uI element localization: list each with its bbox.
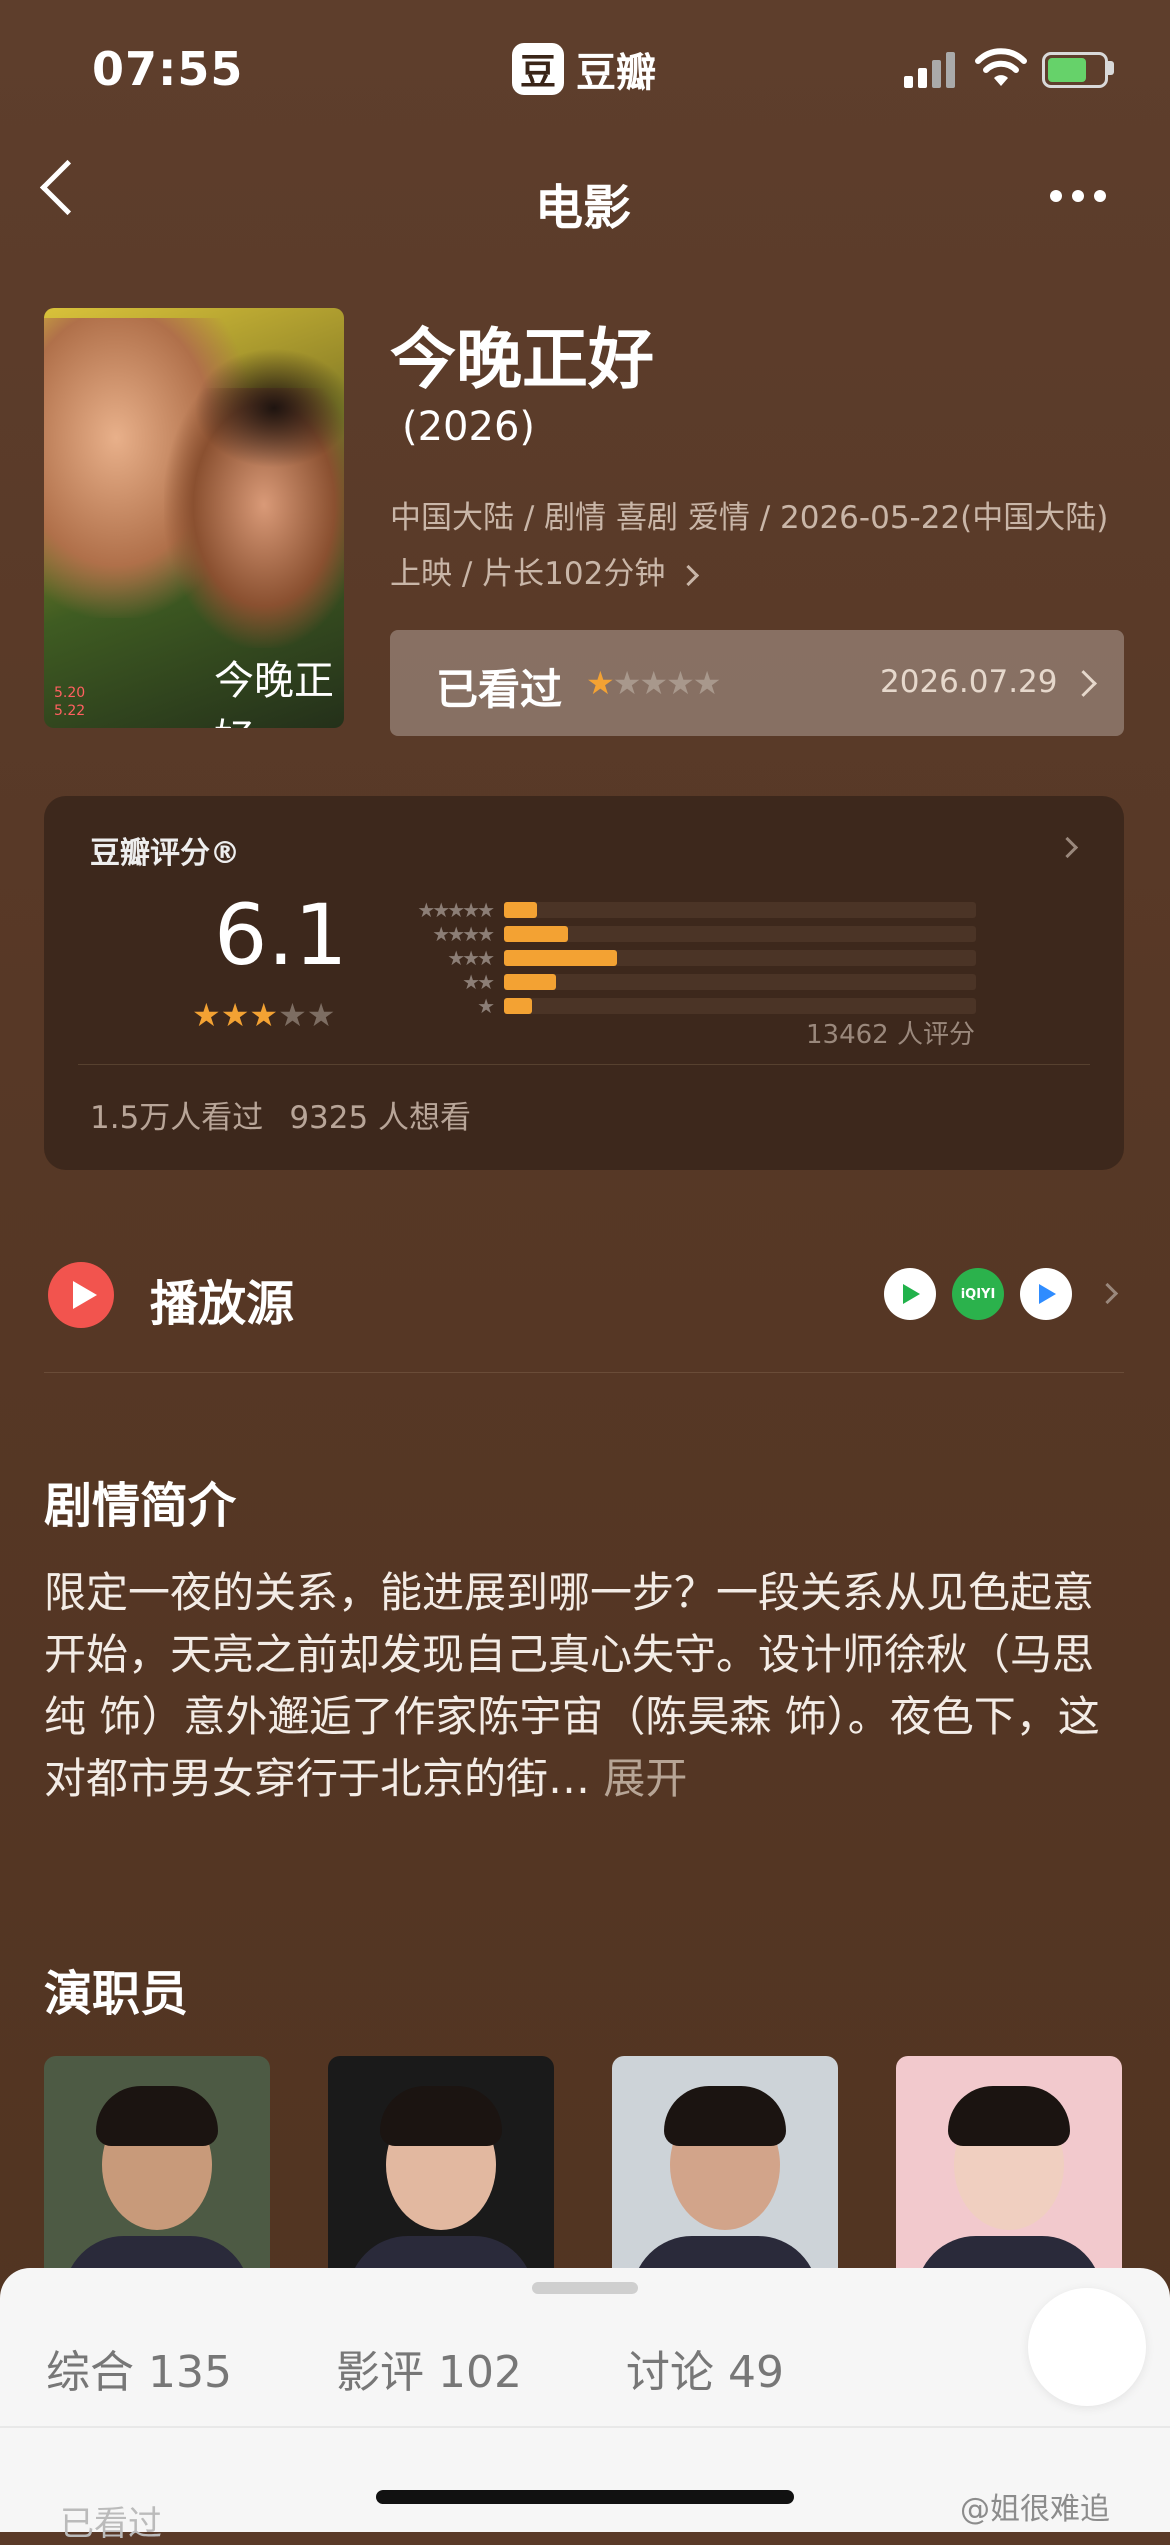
- app-brand: 豆 豆瓣: [512, 40, 656, 98]
- rating-bar-4-star: ★★★★: [382, 922, 976, 946]
- more-icon[interactable]: [1050, 190, 1106, 202]
- watched-label: 已看过: [436, 665, 563, 714]
- rating-bar-fill: [504, 902, 537, 918]
- rating-footer: 1.5万人看过 9325 人想看: [90, 1092, 497, 1137]
- rating-bar-fill: [504, 926, 568, 942]
- signal-icon: [904, 48, 955, 88]
- rating-bar-stars: ★★: [462, 970, 495, 994]
- rating-bar-stars: ★★★: [447, 946, 495, 970]
- cast-title: 演职员: [44, 1966, 189, 2022]
- rating-bar-fill: [504, 974, 556, 990]
- rating-bar-fill: [504, 998, 532, 1014]
- star-empty-icon: ★: [612, 664, 642, 702]
- chevron-right-icon: [678, 564, 700, 587]
- rating-count: 13462 人评分: [806, 1020, 975, 1050]
- rating-bar-stars: ★: [477, 994, 495, 1018]
- sheet-peek-label: 已看过: [60, 2504, 162, 2544]
- watermark: @姐很难追: [960, 2492, 1110, 2527]
- rating-bar-track: [504, 998, 976, 1014]
- synopsis-text: 限定一夜的关系，能进展到哪一步？一段关系从见色起意开始，天亮之前却发现自己真心失…: [44, 1568, 1100, 1803]
- status-time: 07:55: [92, 42, 244, 96]
- wifi-icon: [975, 48, 1027, 86]
- tab-reviews[interactable]: 影评 102: [336, 2336, 522, 2400]
- star-empty-icon: ★: [278, 996, 307, 1034]
- rating-bar-track: [504, 950, 976, 966]
- poster-title-text: 今晚正好: [214, 658, 334, 728]
- rating-bar-stars: ★★★★★: [417, 898, 495, 922]
- page-title: 电影: [535, 180, 632, 236]
- star-filled-icon: ★: [192, 996, 221, 1034]
- watched-date: 2026.07.29: [880, 664, 1058, 700]
- star-filled-icon: ★: [249, 996, 279, 1034]
- expand-link[interactable]: 展开: [603, 1754, 687, 1803]
- youku-icon[interactable]: [1020, 1268, 1072, 1320]
- star-empty-icon: ★: [639, 664, 668, 702]
- play-sources-list[interactable]: iQIYI: [884, 1268, 1072, 1320]
- movie-poster[interactable]: 5.20 5.22 今晚正好: [44, 308, 344, 728]
- section-divider: [44, 1372, 1124, 1373]
- tencent-video-icon[interactable]: [884, 1268, 936, 1320]
- brand-name: 豆瓣: [576, 50, 656, 96]
- rating-bar-track: [504, 974, 976, 990]
- score-stars: ★★★★★: [192, 996, 335, 1034]
- watched-count[interactable]: 1.5万人看过: [90, 1100, 263, 1136]
- star-filled-icon: ★: [586, 664, 615, 702]
- star-filled-icon: ★: [220, 996, 250, 1034]
- douban-logo-icon: 豆: [512, 43, 564, 95]
- poster-hair: [194, 348, 344, 468]
- sheet-handle[interactable]: [532, 2282, 638, 2294]
- rating-bar-fill: [504, 950, 617, 966]
- play-icon: [48, 1262, 114, 1328]
- movie-meta[interactable]: 中国大陆 / 剧情 喜剧 爱情 / 2026-05-22(中国大陆) 上映 / …: [390, 490, 1120, 602]
- tab-discussions[interactable]: 讨论 49: [626, 2336, 784, 2400]
- rating-divider: [78, 1064, 1090, 1065]
- rating-bar-track: [504, 926, 976, 942]
- play-sources-label: 播放源: [150, 1276, 295, 1332]
- synopsis-title: 剧情简介: [44, 1478, 237, 1534]
- synopsis-body: 限定一夜的关系，能进展到哪一步？一段关系从见色起意开始，天亮之前却发现自己真心失…: [44, 1562, 1134, 1810]
- star-empty-icon: ★: [692, 664, 722, 702]
- star-empty-icon: ★: [666, 664, 695, 702]
- movie-title: 今晚正好: [390, 321, 654, 398]
- rating-bar-2-star: ★★: [382, 970, 976, 994]
- sheet-divider: [0, 2426, 1170, 2428]
- rating-score: 6.1: [214, 886, 348, 984]
- star-empty-icon: ★: [306, 996, 336, 1034]
- rating-bar-track: [504, 902, 976, 918]
- poster-date: 5.20 5.22: [54, 685, 86, 719]
- rating-bar-1-star: ★: [382, 994, 976, 1018]
- rating-bar-stars: ★★★★: [432, 922, 495, 946]
- tab-overview[interactable]: 综合 135: [46, 2336, 232, 2400]
- floating-action-button[interactable]: [1028, 2288, 1146, 2406]
- iqiyi-icon[interactable]: iQIYI: [952, 1268, 1004, 1320]
- want-count[interactable]: 9325 人想看: [289, 1100, 471, 1136]
- movie-year: (2026): [402, 404, 536, 450]
- rating-heading: 豆瓣评分®: [90, 836, 240, 871]
- home-indicator[interactable]: [376, 2490, 794, 2504]
- battery-cap: [1108, 61, 1114, 75]
- movie-meta-text: 中国大陆 / 剧情 喜剧 爱情 / 2026-05-22(中国大陆) 上映 / …: [390, 500, 1109, 592]
- rating-bar-5-star: ★★★★★: [382, 898, 976, 922]
- rating-bar-3-star: ★★★: [382, 946, 976, 970]
- battery-icon: [1042, 52, 1108, 88]
- my-rating-stars: ★★★★★: [586, 664, 722, 702]
